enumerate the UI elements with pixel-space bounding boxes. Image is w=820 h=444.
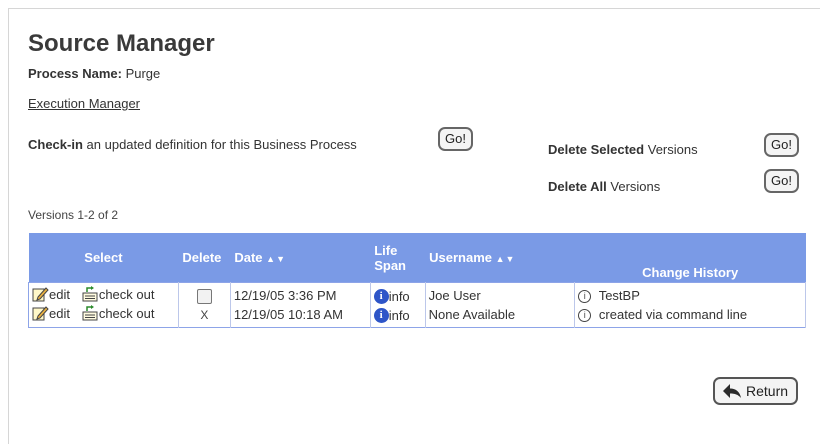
- col-username-label: Username: [429, 250, 492, 265]
- delete-selected-go-button[interactable]: Go!: [764, 133, 799, 157]
- return-button[interactable]: Return: [713, 377, 799, 405]
- change-history-cell: i created via command line: [574, 305, 806, 328]
- edit-icon: [32, 287, 49, 302]
- table-header-row: Select Delete Date ▲▼ Life Span Username…: [28, 233, 806, 283]
- col-delete: Delete: [182, 250, 222, 265]
- page-title: Source Manager: [28, 30, 215, 57]
- checkin-rest: an updated definition for this Business …: [86, 137, 357, 152]
- delete-x-mark[interactable]: X: [200, 308, 208, 322]
- process-name: Process Name: Purge: [28, 66, 160, 81]
- versions-count: Versions 1-2 of 2: [28, 208, 119, 222]
- info-label: info: [388, 308, 410, 323]
- change-history-cell: i TestBP: [574, 282, 806, 305]
- table-row: edit check out 12/19/05 3:36 PM i info J…: [28, 282, 806, 305]
- versions-table-wrapper: Select Delete Date ▲▼ Life Span Username…: [28, 233, 806, 328]
- process-name-value: Purge: [125, 66, 161, 81]
- check-out-action[interactable]: check out: [81, 286, 155, 302]
- col-username[interactable]: Username ▲▼: [425, 233, 575, 283]
- select-cell: edit check out: [28, 305, 179, 328]
- edit-icon: [32, 306, 49, 321]
- col-date[interactable]: Date ▲▼: [230, 233, 370, 283]
- select-cell: edit check out: [28, 282, 179, 305]
- edit-action[interactable]: edit: [32, 286, 70, 302]
- checkin-bold: Check-in: [28, 137, 83, 152]
- col-select: Select: [84, 250, 123, 265]
- delete-selected-text: Delete Selected Versions: [548, 142, 698, 157]
- change-history-text: TestBP: [598, 287, 640, 303]
- life-span-cell: i info: [370, 305, 426, 328]
- info-circle-icon: i: [578, 290, 592, 304]
- check-out-label: check out: [98, 286, 155, 302]
- delete-all-rest: Versions: [610, 179, 661, 194]
- info-icon: i: [373, 308, 389, 323]
- col-life-span-line2: Span: [374, 257, 406, 273]
- info-label: info: [388, 289, 410, 304]
- username-sort-icon[interactable]: ▲▼: [496, 254, 516, 264]
- username-cell: Joe User: [425, 282, 576, 305]
- col-change-history: Change History: [642, 265, 739, 280]
- delete-cell: X: [178, 305, 231, 328]
- date-cell: 12/19/05 10:18 AM: [230, 305, 371, 328]
- table-row: edit check out X 12/19/05 10:18 AM i inf…: [28, 305, 806, 328]
- col-life-span: Life Span: [370, 233, 425, 283]
- info-icon: i: [373, 289, 389, 304]
- process-name-label: Process Name:: [28, 66, 122, 81]
- checkin-go-button[interactable]: Go!: [438, 127, 473, 151]
- delete-checkbox[interactable]: [196, 288, 212, 304]
- check-out-action[interactable]: check out: [81, 305, 155, 321]
- return-label: Return: [746, 383, 789, 399]
- col-date-label: Date: [234, 250, 263, 265]
- change-history-text: created via command line: [598, 306, 748, 322]
- check-out-label: check out: [98, 305, 155, 321]
- life-span-cell: i info: [370, 282, 426, 305]
- col-life-span-line1: Life: [374, 242, 398, 258]
- date-sort-icon[interactable]: ▲▼: [266, 254, 286, 264]
- versions-table: Select Delete Date ▲▼ Life Span Username…: [28, 233, 806, 328]
- info-link[interactable]: i info: [373, 289, 410, 304]
- check-out-icon: [82, 286, 98, 302]
- edit-label: edit: [49, 305, 70, 321]
- date-cell: 12/19/05 3:36 PM: [230, 282, 371, 305]
- info-link[interactable]: i info: [373, 308, 410, 323]
- delete-all-bold: Delete All: [548, 179, 607, 194]
- username-cell: None Available: [425, 305, 576, 328]
- versions-table-body: edit check out 12/19/05 3:36 PM i info J…: [28, 282, 806, 328]
- delete-all-go-button[interactable]: Go!: [764, 169, 799, 193]
- return-arrow-icon: [723, 384, 741, 398]
- delete-selected-rest: Versions: [647, 142, 698, 157]
- info-circle-icon: i: [578, 309, 592, 323]
- execution-manager-link[interactable]: Execution Manager: [28, 96, 140, 111]
- check-out-icon: [82, 305, 98, 321]
- edit-action[interactable]: edit: [32, 305, 70, 321]
- checkin-text: Check-in an updated definition for this …: [28, 137, 357, 152]
- delete-selected-bold: Delete Selected: [548, 142, 645, 157]
- delete-cell: [178, 282, 231, 305]
- delete-all-text: Delete All Versions: [548, 179, 660, 194]
- edit-label: edit: [49, 286, 70, 302]
